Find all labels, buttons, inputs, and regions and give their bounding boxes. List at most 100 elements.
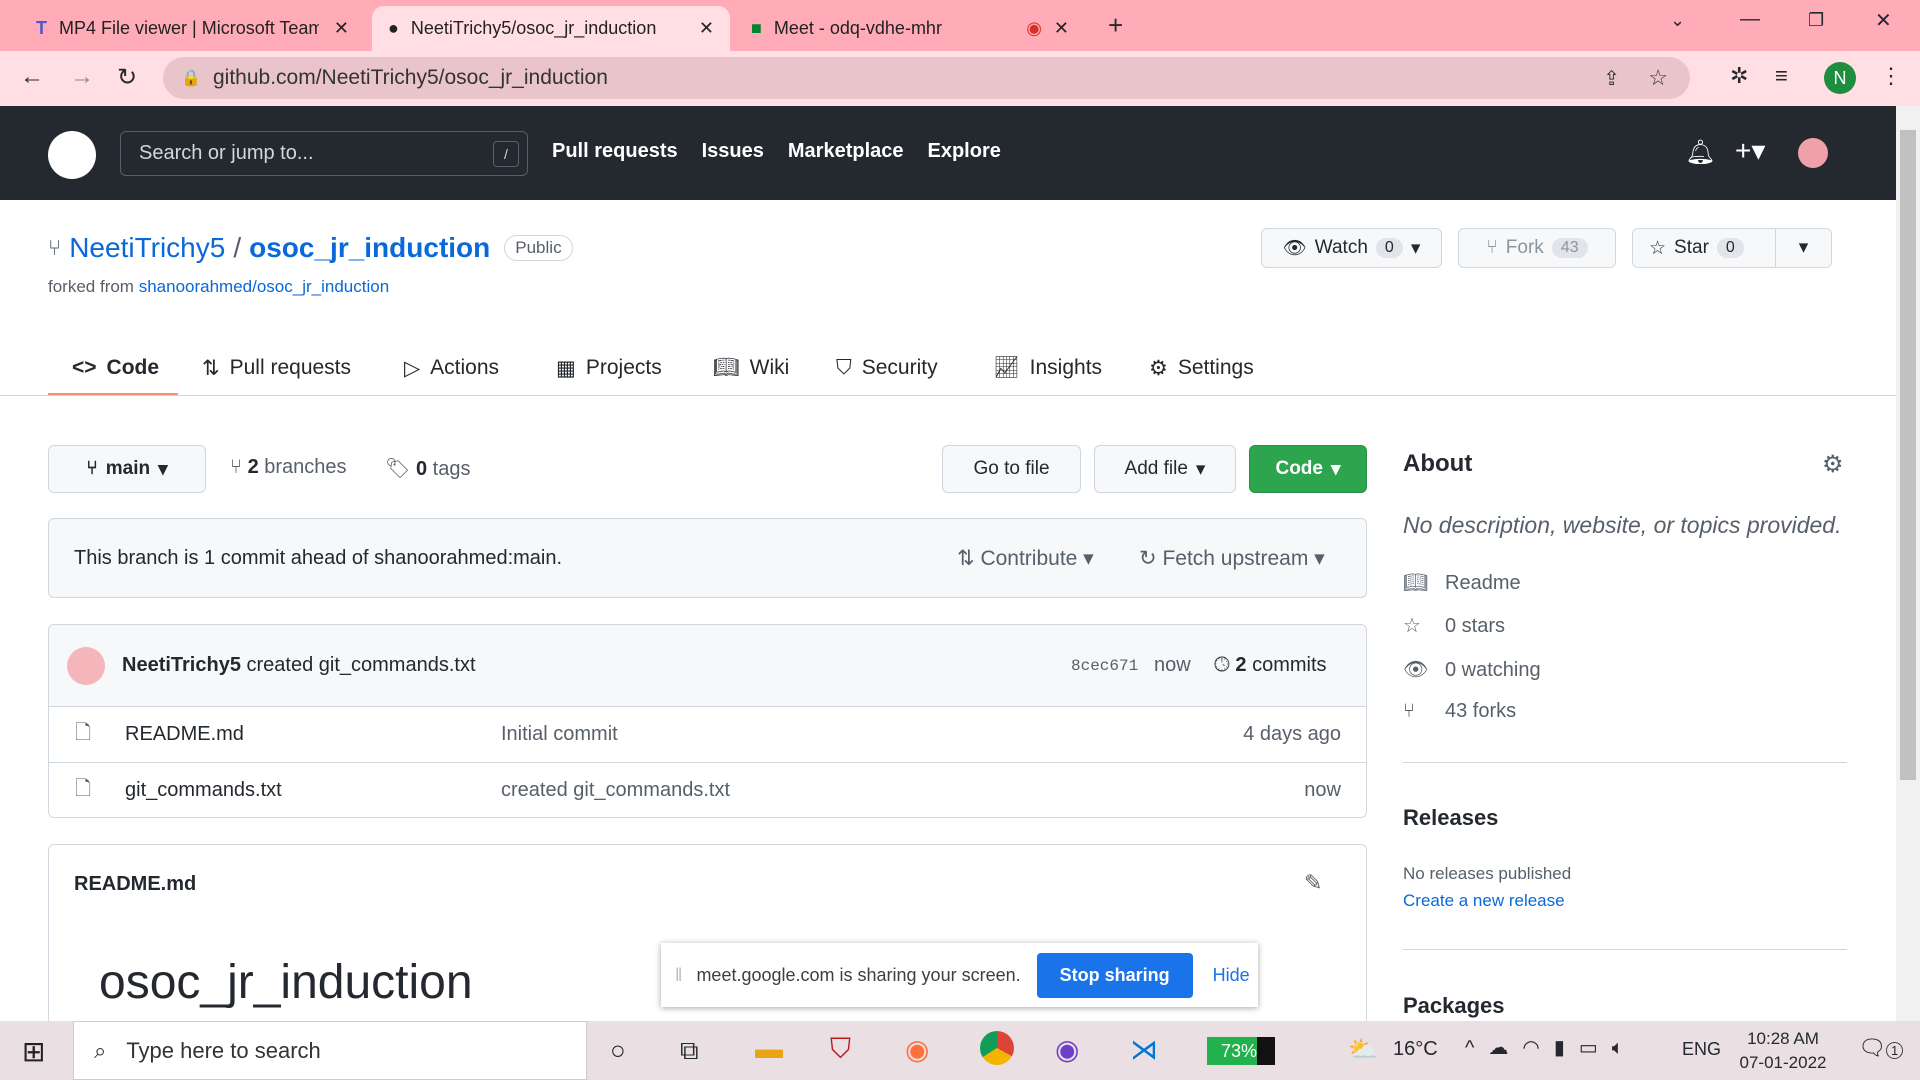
tab-settings[interactable]: ⚙ Settings: [1149, 340, 1254, 396]
edit-pencil-icon[interactable]: ✎: [1304, 870, 1322, 896]
commits-link[interactable]: 🕓︎ 2 commits: [1214, 654, 1327, 677]
go-to-file-button[interactable]: Go to file: [942, 445, 1081, 493]
cortana-icon[interactable]: ○: [610, 1035, 626, 1066]
branch-ahead-banner: This branch is 1 commit ahead of shanoor…: [48, 518, 1367, 598]
fork-icon: ⑂: [1403, 700, 1415, 722]
notifications-bell-icon[interactable]: 🔔︎: [1685, 138, 1715, 167]
nav-issues[interactable]: Issues: [702, 140, 764, 163]
tab-search-icon[interactable]: ⌄: [1670, 10, 1685, 31]
battery-meter[interactable]: 73%: [1207, 1037, 1275, 1065]
chrome-icon[interactable]: [980, 1031, 1014, 1065]
commit-message[interactable]: created git_commands.txt: [247, 654, 476, 676]
branches-link[interactable]: ⑂ 2 branches: [230, 456, 347, 479]
tab-projects[interactable]: ▦ Projects: [556, 340, 662, 396]
watching-link[interactable]: 👁︎ 0 watching: [1403, 657, 1847, 682]
code-icon: <>: [72, 356, 97, 379]
forward-button[interactable]: →: [70, 63, 94, 91]
watch-button[interactable]: 👁︎ Watch 0 ▾: [1261, 228, 1442, 268]
forks-link[interactable]: ⑂ 43 forks: [1403, 700, 1847, 723]
task-view-icon[interactable]: ⧉: [680, 1035, 699, 1067]
taskbar-search-input[interactable]: ⌕ Type here to search: [73, 1021, 587, 1080]
address-bar[interactable]: 🔒 github.com/NeetiTrichy5/osoc_jr_induct…: [163, 57, 1690, 99]
repo-owner-link[interactable]: NeetiTrichy5: [69, 232, 225, 264]
close-tab-icon[interactable]: ✕: [334, 18, 349, 39]
reload-button[interactable]: ↻: [117, 63, 137, 92]
firefox-icon[interactable]: ◉: [905, 1033, 929, 1066]
browser-tab-github[interactable]: ● NeetiTrichy5/osoc_jr_induction ✕: [372, 6, 730, 51]
new-tab-button[interactable]: +: [1108, 10, 1123, 41]
back-button[interactable]: ←: [20, 63, 44, 91]
minimize-button[interactable]: —: [1740, 8, 1760, 31]
temperature[interactable]: 16°C: [1393, 1038, 1438, 1061]
tags-link[interactable]: 🏷︎ 0 tags: [385, 456, 470, 481]
clock[interactable]: 10:28 AM 07-01-2022: [1738, 1027, 1828, 1075]
file-name-link[interactable]: README.md: [125, 723, 501, 746]
browser-tab-teams[interactable]: T MP4 File viewer | Microsoft Teams ✕: [20, 6, 365, 51]
nav-pull-requests[interactable]: Pull requests: [552, 140, 678, 163]
close-tab-icon[interactable]: ✕: [1054, 18, 1069, 39]
tab-wiki[interactable]: 📖︎ Wiki: [713, 340, 789, 396]
eye-icon: 👁︎: [1403, 659, 1429, 681]
nav-explore[interactable]: Explore: [928, 140, 1001, 163]
bookmark-star-icon[interactable]: ☆: [1648, 65, 1668, 91]
vscode-icon[interactable]: ⋊: [1130, 1033, 1158, 1066]
commit-author[interactable]: NeetiTrichy5: [122, 654, 241, 676]
gear-icon[interactable]: ⚙: [1822, 450, 1844, 479]
browser-tab-meet[interactable]: ■ Meet - odq-vdhe-mhr ◉ ✕: [735, 6, 1085, 51]
close-window-button[interactable]: ✕: [1875, 8, 1892, 33]
file-explorer-icon[interactable]: ▬: [755, 1033, 783, 1065]
file-commit-message[interactable]: Initial commit: [501, 723, 1243, 746]
share-icon[interactable]: ⇪: [1603, 66, 1620, 91]
packages-title[interactable]: Packages: [1403, 993, 1847, 1019]
create-new-dropdown[interactable]: +▾: [1735, 134, 1765, 167]
media-icon[interactable]: ≡: [1775, 63, 1788, 89]
star-button[interactable]: ☆ Star 0 ▾: [1632, 228, 1832, 268]
file-commit-message[interactable]: created git_commands.txt: [501, 779, 1304, 802]
add-file-button[interactable]: Add file ▾: [1094, 445, 1236, 493]
commit-sha[interactable]: 8cec671: [1071, 657, 1138, 675]
weather-icon[interactable]: ⛅: [1348, 1035, 1378, 1064]
windows-start-icon[interactable]: ⊞: [22, 1035, 45, 1068]
contribute-dropdown[interactable]: ⇅ Contribute ▾: [957, 546, 1094, 571]
stars-link[interactable]: ☆ 0 stars: [1403, 613, 1847, 638]
forked-from-link[interactable]: shanoorahmed/osoc_jr_induction: [139, 277, 389, 296]
stop-sharing-button[interactable]: Stop sharing: [1036, 952, 1193, 998]
extensions-icon[interactable]: ✲: [1730, 63, 1748, 89]
menu-icon[interactable]: ⋮: [1880, 63, 1902, 89]
tab-pull-requests[interactable]: ⇅ Pull requests: [202, 340, 351, 396]
drag-handle-icon[interactable]: ‖: [675, 965, 682, 986]
scrollbar-thumb[interactable]: [1900, 130, 1916, 780]
hide-button[interactable]: Hide: [1213, 965, 1250, 986]
language-indicator[interactable]: ENG: [1682, 1039, 1721, 1060]
tab-security[interactable]: ⛉ Security: [836, 340, 938, 396]
branch-select[interactable]: ⑂ main ▾: [48, 445, 206, 493]
search-input[interactable]: Search or jump to... /: [120, 131, 528, 176]
repo-name-link[interactable]: osoc_jr_induction: [249, 232, 490, 264]
file-time: 4 days ago: [1243, 723, 1341, 745]
star-dropdown[interactable]: ▾: [1775, 229, 1831, 267]
tab-strip: T MP4 File viewer | Microsoft Teams ✕ ● Nee…: [0, 0, 1920, 51]
star-icon: ☆: [1403, 615, 1421, 637]
code-button[interactable]: Code ▾: [1249, 445, 1367, 493]
fork-button[interactable]: ⑂ Fork 43: [1458, 228, 1616, 268]
github-logo[interactable]: [48, 131, 96, 179]
file-name-link[interactable]: git_commands.txt: [125, 779, 501, 802]
notifications-icon[interactable]: 🗨︎ 1: [1858, 1035, 1904, 1061]
fetch-upstream-dropdown[interactable]: ↻ Fetch upstream ▾: [1139, 546, 1325, 571]
profile-avatar[interactable]: N: [1824, 62, 1856, 94]
tab-actions[interactable]: ▷ Actions: [404, 340, 499, 396]
close-tab-icon[interactable]: ✕: [699, 18, 714, 39]
nav-marketplace[interactable]: Marketplace: [788, 140, 904, 163]
restore-button[interactable]: ❐: [1808, 10, 1824, 31]
readme-link[interactable]: 📖︎ Readme: [1403, 570, 1847, 595]
mcafee-icon[interactable]: ⛉: [830, 1033, 851, 1066]
user-avatar[interactable]: [1798, 138, 1828, 168]
eye-icon: 👁︎: [1282, 238, 1307, 259]
releases-title[interactable]: Releases: [1403, 805, 1847, 831]
tab-insights[interactable]: 📈︎ Insights: [993, 340, 1102, 396]
tab-code[interactable]: <> Code: [72, 340, 159, 396]
system-tray-icons[interactable]: ^☁︎◠▮▭🔈︎: [1465, 1035, 1638, 1060]
github-desktop-icon[interactable]: ◉: [1055, 1033, 1079, 1066]
create-release-link[interactable]: Create a new release: [1403, 891, 1847, 911]
scrollbar[interactable]: [1896, 106, 1920, 1021]
